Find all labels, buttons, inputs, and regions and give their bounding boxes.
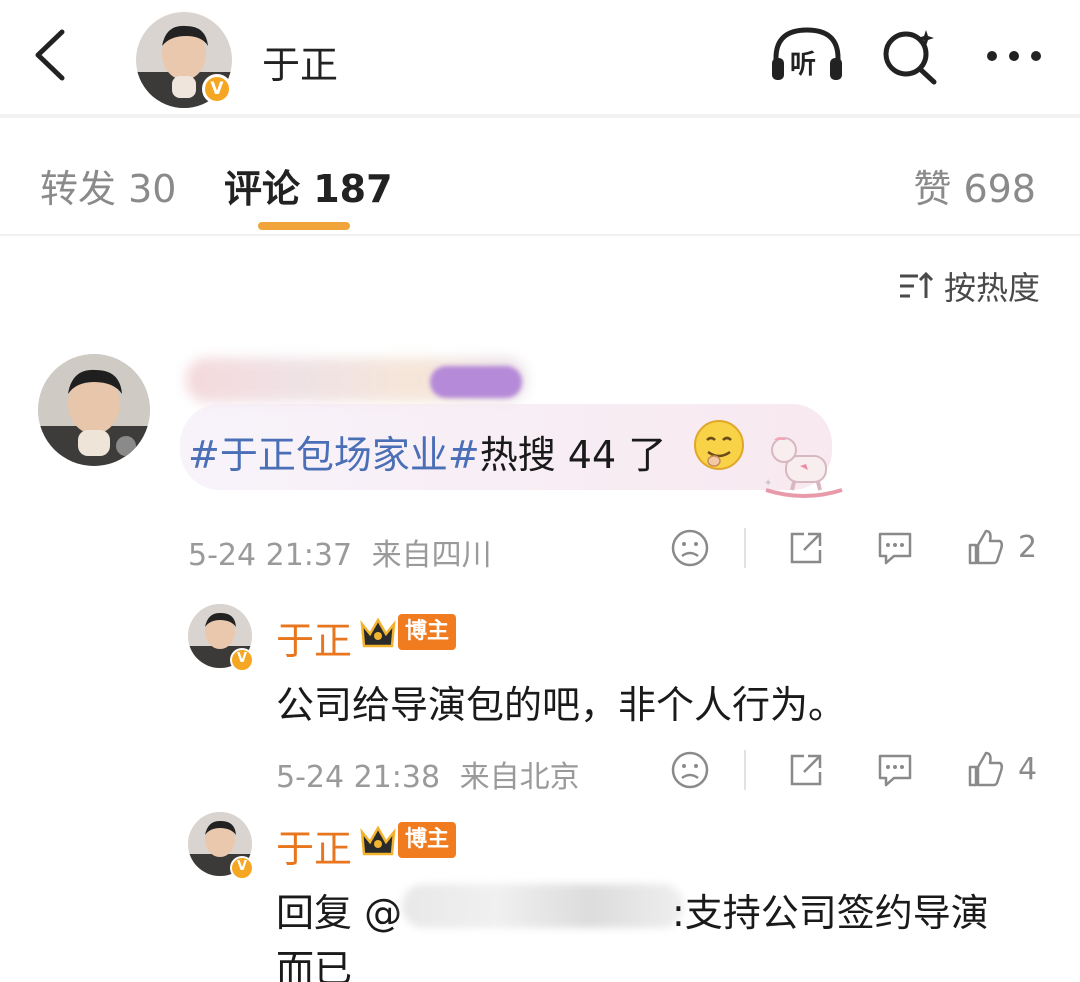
sort-label: 按热度 (943, 269, 1040, 307)
commenter-fan-badge (430, 366, 522, 398)
like-count: 4 (1018, 751, 1038, 787)
reply-text: 公司给导演包的吧，非个人行为。 (276, 683, 847, 727)
reply-author-name[interactable]: 于正 (276, 610, 352, 665)
comment-time: 5-24 21:37 (188, 538, 353, 573)
more-icon[interactable] (982, 36, 1046, 76)
comment-meta: 5-24 21:37 来自四川 (188, 530, 492, 574)
comment-text: #于正包场家业#热搜 44 了 (188, 424, 666, 479)
drooling-face-emoji (694, 420, 744, 470)
sort-icon (899, 271, 934, 298)
share-icon[interactable] (786, 528, 826, 568)
tab-bar: 转发 30 评论 187 赞 698 (0, 122, 1080, 236)
verified-badge: V (202, 74, 232, 104)
crown-icon (360, 617, 396, 648)
crown-icon (360, 825, 396, 856)
listen-button[interactable]: 听 (768, 24, 846, 86)
reply-author-name[interactable]: 于正 (276, 818, 352, 873)
active-tab-indicator (258, 222, 350, 230)
reply-text-prefix: 回复 @ (276, 891, 403, 935)
listen-label: 听 (790, 50, 817, 80)
commenter-avatar[interactable] (38, 354, 150, 466)
reply-text-suffix: :支持公司签约导演 (672, 891, 989, 935)
like-button[interactable]: 4 (966, 744, 1037, 794)
like-button[interactable]: 2 (966, 522, 1037, 572)
reply-comment-icon[interactable] (874, 528, 916, 568)
top-bar: V 于正 听 (0, 0, 1080, 118)
dislike-face-icon[interactable] (670, 528, 710, 568)
tab-comment[interactable]: 评论 187 (224, 158, 393, 213)
verified-badge: V (230, 648, 254, 672)
blogger-badge: 博主 (398, 614, 456, 650)
rocking-horse-sticker: ✦ (764, 437, 843, 498)
thumbs-up-icon (968, 529, 1004, 565)
share-icon[interactable] (786, 750, 826, 790)
tab-repost[interactable]: 转发 30 (40, 158, 176, 213)
action-divider (744, 528, 746, 568)
comment-text-rest: 热搜 44 了 (479, 433, 667, 477)
dislike-face-icon[interactable] (670, 750, 710, 790)
reply-location: 来自北京 (459, 760, 580, 795)
thumbs-up-icon (968, 751, 1004, 787)
svg-text:✦: ✦ (764, 478, 772, 489)
tab-like[interactable]: 赞 698 (913, 158, 1036, 213)
reply-meta: 5-24 21:38 来自北京 (276, 752, 580, 796)
like-count: 2 (1018, 529, 1038, 565)
action-divider (744, 750, 746, 790)
comment-location: 来自四川 (371, 538, 492, 573)
search-icon[interactable] (880, 26, 940, 86)
header-title: 于正 (262, 43, 339, 87)
sort-button[interactable]: 按热度 (898, 264, 1040, 308)
mention-user-blurred[interactable] (402, 884, 684, 928)
blogger-badge: 博主 (398, 822, 456, 858)
reply-text-line2: 而已 (276, 947, 353, 982)
reply-time: 5-24 21:38 (276, 760, 441, 795)
reply-comment-icon[interactable] (874, 750, 916, 790)
back-arrow-icon[interactable] (28, 28, 72, 82)
verified-badge: V (230, 856, 254, 880)
comment-topic-link[interactable]: #于正包场家业# (188, 433, 480, 477)
